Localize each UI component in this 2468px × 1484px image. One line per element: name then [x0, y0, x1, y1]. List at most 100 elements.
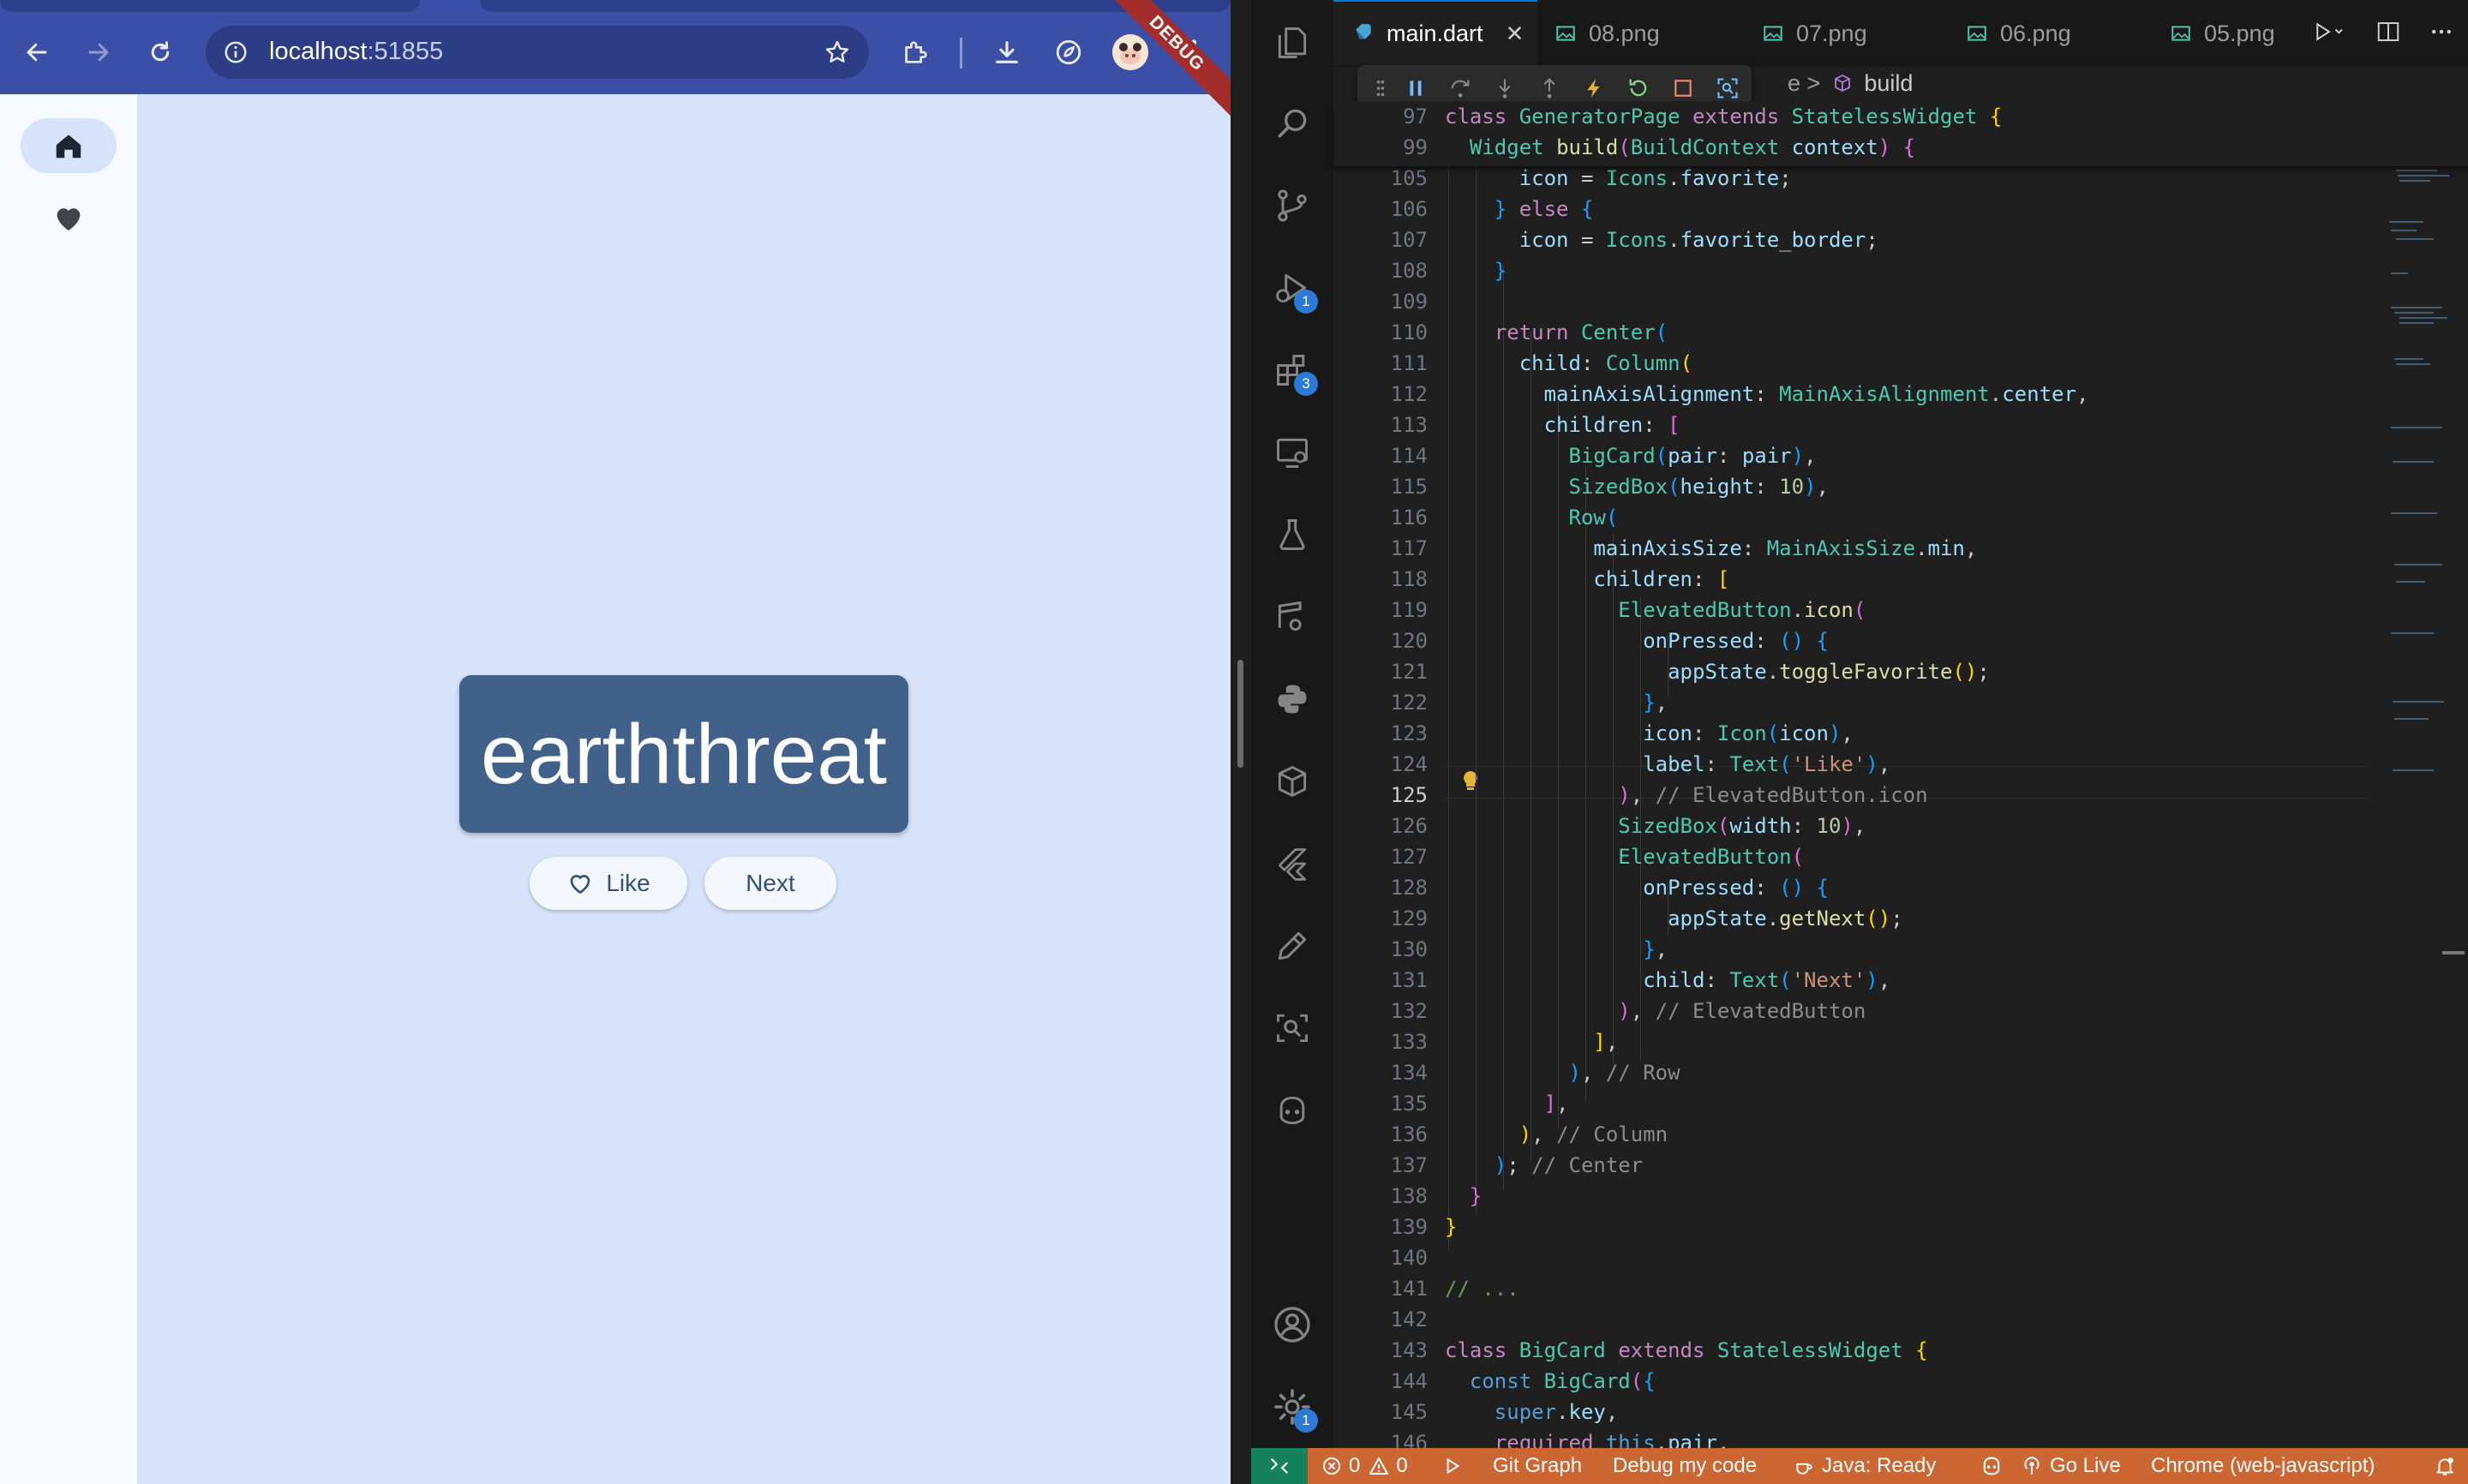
code-line: super.key, — [1494, 1400, 1619, 1424]
reload-button[interactable] — [137, 29, 183, 75]
line-number: 140 — [1390, 1246, 1428, 1270]
line-number: 127 — [1390, 845, 1428, 869]
accounts-icon[interactable] — [1268, 1301, 1316, 1349]
browser-tab[interactable] — [0, 0, 420, 12]
split-editor-icon[interactable] — [2375, 19, 2401, 48]
address-bar[interactable]: localhost:51855 — [206, 26, 869, 79]
error-icon — [1323, 1457, 1340, 1475]
code-editor[interactable]: 105 icon = Icons.favorite; 106 } else { … — [1333, 101, 2468, 1448]
code-line: } — [1469, 1184, 1483, 1208]
line-number: 128 — [1390, 876, 1428, 900]
java-status-item[interactable]: Java: Ready — [1793, 1448, 1936, 1484]
run-dropdown-icon[interactable] — [2310, 19, 2348, 48]
scan-user-icon[interactable] — [1268, 1004, 1316, 1052]
git-graph-item[interactable]: Git Graph — [1493, 1448, 1582, 1484]
line-number: 145 — [1390, 1400, 1428, 1424]
code-line: } — [1494, 259, 1507, 283]
nav-rail-home[interactable] — [21, 118, 117, 173]
flutter-app-viewport: earththreat Like Next — [0, 94, 1231, 1484]
run-debug-badge: 1 — [1294, 290, 1318, 314]
code-line: ), // Row — [1568, 1061, 1680, 1085]
minimap-scroll-indicator[interactable] — [2442, 951, 2465, 954]
line-number: 121 — [1390, 660, 1428, 684]
forward-button[interactable] — [75, 29, 122, 75]
tab-07-png[interactable]: 07.png — [1762, 0, 1867, 67]
line-number: 108 — [1390, 259, 1428, 283]
line-number: 112 — [1390, 382, 1428, 406]
resize-handle[interactable] — [1237, 660, 1243, 768]
containers-box-icon[interactable] — [1268, 757, 1316, 805]
line-number: 138 — [1390, 1184, 1428, 1208]
line-number: 105 — [1390, 166, 1428, 190]
editor-actions — [2297, 0, 2468, 67]
tab-05-png[interactable]: 05.png — [2170, 0, 2275, 67]
close-icon[interactable]: ✕ — [1506, 21, 1525, 47]
extensions-icon[interactable]: 3 — [1268, 346, 1318, 396]
search-icon[interactable] — [1268, 99, 1316, 147]
code-line: icon = Icons.favorite; — [1519, 166, 1792, 190]
next-label: Next — [746, 870, 795, 896]
back-button[interactable] — [14, 29, 60, 75]
line-number: 109 — [1390, 290, 1428, 314]
run-debug-icon[interactable]: 1 — [1268, 264, 1318, 314]
extensions-puzzle-icon[interactable] — [895, 31, 937, 74]
home-icon — [56, 135, 81, 159]
code-line: label: Text('Like'), — [1643, 752, 1891, 776]
remote-indicator-icon[interactable] — [1251, 1448, 1308, 1484]
image-icon — [1968, 26, 1986, 41]
dart-icon — [1356, 24, 1371, 39]
debug-status-icon[interactable] — [1441, 1448, 1471, 1484]
toolbar-divider — [960, 38, 962, 69]
breadcrumb-path[interactable]: e > build — [1788, 70, 1913, 97]
nav-rail-favorites[interactable] — [21, 190, 117, 245]
tab-main-dart[interactable]: main.dart ✕ — [1333, 0, 1537, 65]
like-label: Like — [606, 870, 650, 896]
line-number: 111 — [1390, 351, 1428, 375]
minimap[interactable] — [2367, 101, 2468, 1448]
line-number: 142 — [1390, 1307, 1428, 1331]
edit-pencil-icon[interactable] — [1268, 922, 1316, 970]
performance-leaf-icon[interactable] — [1047, 31, 1090, 74]
download-icon[interactable] — [985, 31, 1028, 74]
python-icon[interactable] — [1268, 675, 1316, 723]
bookmark-star-icon[interactable] — [821, 36, 854, 69]
warning-count: 0 — [1396, 1454, 1408, 1477]
editor-tab-bar: main.dart ✕ 08.png 07.png 06.png 05.png — [1333, 0, 2468, 68]
debug-target-item[interactable]: Chrome (web-javascript) — [2151, 1448, 2375, 1484]
flutter-inspector-icon[interactable] — [1268, 593, 1316, 641]
flutter-logo-icon[interactable] — [1268, 840, 1316, 888]
image-icon — [1764, 26, 1782, 41]
tab-08-png[interactable]: 08.png — [1554, 0, 1660, 67]
like-button[interactable]: Like — [530, 857, 687, 910]
copilot-status-icon[interactable] — [1980, 1448, 2010, 1484]
sticky-code-line: class GeneratorPage extends StatelessWid… — [1445, 105, 2003, 129]
testing-flask-icon[interactable] — [1268, 511, 1316, 559]
line-number: 117 — [1390, 536, 1428, 560]
explorer-files-icon[interactable] — [1268, 19, 1316, 67]
code-line: return Center( — [1494, 320, 1668, 344]
vscode-window: 1 3 1 main.dart ✕ 08.png 07.png 06.png 0… — [1251, 0, 2468, 1484]
url-port: :51855 — [367, 38, 444, 65]
remote-explorer-icon[interactable] — [1268, 428, 1316, 476]
next-button[interactable]: Next — [704, 857, 836, 910]
debug-my-code-item[interactable]: Debug my code — [1613, 1448, 1757, 1484]
source-control-icon[interactable] — [1268, 182, 1316, 230]
site-info-icon[interactable] — [221, 38, 250, 67]
line-number: 124 — [1390, 752, 1428, 776]
code-line: } else { — [1494, 197, 1594, 221]
settings-gear-icon[interactable]: 1 — [1268, 1383, 1318, 1433]
url-text[interactable]: localhost:51855 — [269, 38, 443, 66]
copilot-icon[interactable] — [1268, 1086, 1316, 1134]
go-live-item[interactable]: Go Live — [2021, 1448, 2121, 1484]
line-number: 143 — [1390, 1338, 1428, 1362]
go-live-label: Go Live — [2050, 1454, 2121, 1477]
code-line: ElevatedButton.icon( — [1618, 598, 1866, 622]
more-actions-icon[interactable] — [2429, 19, 2454, 48]
notifications-bell-icon[interactable] — [2434, 1448, 2463, 1484]
profile-avatar[interactable] — [1112, 34, 1148, 70]
tab-06-png[interactable]: 06.png — [1966, 0, 2071, 67]
arrow-right-icon — [88, 43, 109, 62]
sticky-scroll[interactable]: 97 class GeneratorPage extends Stateless… — [1333, 101, 2468, 166]
problems-indicator[interactable]: 0 0 — [1321, 1448, 1408, 1484]
url-host: localhost — [269, 38, 368, 65]
